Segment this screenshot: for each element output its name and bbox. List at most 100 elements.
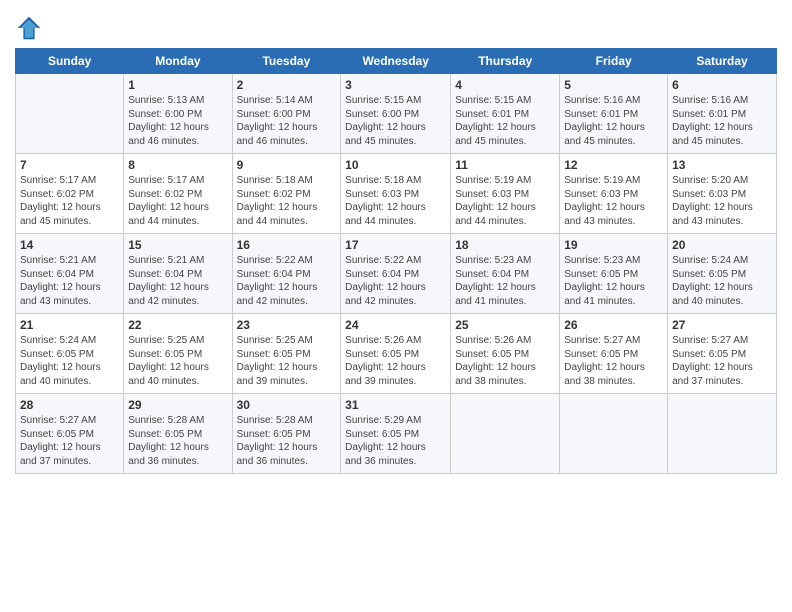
day-number: 20 [672,237,772,253]
calendar-body: 1Sunrise: 5:13 AM Sunset: 6:00 PM Daylig… [16,74,777,474]
day-info: Sunrise: 5:17 AM Sunset: 6:02 PM Dayligh… [20,174,119,228]
day-info: Sunrise: 5:26 AM Sunset: 6:05 PM Dayligh… [345,334,446,388]
calendar-cell: 5Sunrise: 5:16 AM Sunset: 6:01 PM Daylig… [560,74,668,154]
calendar-cell: 29Sunrise: 5:28 AM Sunset: 6:05 PM Dayli… [124,394,232,474]
calendar-cell: 3Sunrise: 5:15 AM Sunset: 6:00 PM Daylig… [341,74,451,154]
day-info: Sunrise: 5:24 AM Sunset: 6:05 PM Dayligh… [20,334,119,388]
day-info: Sunrise: 5:23 AM Sunset: 6:04 PM Dayligh… [455,254,555,308]
day-number: 25 [455,317,555,333]
day-number: 15 [128,237,227,253]
calendar-cell: 7Sunrise: 5:17 AM Sunset: 6:02 PM Daylig… [16,154,124,234]
day-number: 2 [237,77,337,93]
calendar-cell: 14Sunrise: 5:21 AM Sunset: 6:04 PM Dayli… [16,234,124,314]
calendar-header-row: SundayMondayTuesdayWednesdayThursdayFrid… [16,49,777,74]
day-number: 11 [455,157,555,173]
calendar-cell: 11Sunrise: 5:19 AM Sunset: 6:03 PM Dayli… [451,154,560,234]
calendar-cell: 15Sunrise: 5:21 AM Sunset: 6:04 PM Dayli… [124,234,232,314]
day-info: Sunrise: 5:21 AM Sunset: 6:04 PM Dayligh… [20,254,119,308]
day-info: Sunrise: 5:27 AM Sunset: 6:05 PM Dayligh… [20,414,119,468]
calendar-cell: 24Sunrise: 5:26 AM Sunset: 6:05 PM Dayli… [341,314,451,394]
logo-icon [15,14,43,42]
day-info: Sunrise: 5:15 AM Sunset: 6:01 PM Dayligh… [455,94,555,148]
day-number: 6 [672,77,772,93]
day-info: Sunrise: 5:25 AM Sunset: 6:05 PM Dayligh… [237,334,337,388]
day-info: Sunrise: 5:16 AM Sunset: 6:01 PM Dayligh… [672,94,772,148]
day-number: 12 [564,157,663,173]
day-info: Sunrise: 5:16 AM Sunset: 6:01 PM Dayligh… [564,94,663,148]
calendar-cell: 25Sunrise: 5:26 AM Sunset: 6:05 PM Dayli… [451,314,560,394]
day-number: 19 [564,237,663,253]
weekday-header-saturday: Saturday [668,49,777,74]
day-info: Sunrise: 5:18 AM Sunset: 6:02 PM Dayligh… [237,174,337,228]
day-info: Sunrise: 5:29 AM Sunset: 6:05 PM Dayligh… [345,414,446,468]
day-number: 16 [237,237,337,253]
weekday-header-thursday: Thursday [451,49,560,74]
day-number: 9 [237,157,337,173]
day-number: 23 [237,317,337,333]
day-number: 7 [20,157,119,173]
day-number: 27 [672,317,772,333]
day-number: 26 [564,317,663,333]
calendar-cell: 9Sunrise: 5:18 AM Sunset: 6:02 PM Daylig… [232,154,341,234]
day-number: 30 [237,397,337,413]
weekday-header-sunday: Sunday [16,49,124,74]
calendar-week-5: 28Sunrise: 5:27 AM Sunset: 6:05 PM Dayli… [16,394,777,474]
calendar-cell: 30Sunrise: 5:28 AM Sunset: 6:05 PM Dayli… [232,394,341,474]
calendar-cell: 8Sunrise: 5:17 AM Sunset: 6:02 PM Daylig… [124,154,232,234]
day-info: Sunrise: 5:21 AM Sunset: 6:04 PM Dayligh… [128,254,227,308]
day-info: Sunrise: 5:13 AM Sunset: 6:00 PM Dayligh… [128,94,227,148]
day-info: Sunrise: 5:22 AM Sunset: 6:04 PM Dayligh… [345,254,446,308]
day-info: Sunrise: 5:17 AM Sunset: 6:02 PM Dayligh… [128,174,227,228]
header [15,10,777,42]
calendar-cell: 31Sunrise: 5:29 AM Sunset: 6:05 PM Dayli… [341,394,451,474]
calendar-cell: 12Sunrise: 5:19 AM Sunset: 6:03 PM Dayli… [560,154,668,234]
day-info: Sunrise: 5:18 AM Sunset: 6:03 PM Dayligh… [345,174,446,228]
calendar-week-2: 7Sunrise: 5:17 AM Sunset: 6:02 PM Daylig… [16,154,777,234]
calendar-cell: 20Sunrise: 5:24 AM Sunset: 6:05 PM Dayli… [668,234,777,314]
day-number: 18 [455,237,555,253]
day-number: 17 [345,237,446,253]
day-info: Sunrise: 5:25 AM Sunset: 6:05 PM Dayligh… [128,334,227,388]
calendar-cell: 19Sunrise: 5:23 AM Sunset: 6:05 PM Dayli… [560,234,668,314]
calendar-cell [668,394,777,474]
day-number: 21 [20,317,119,333]
day-info: Sunrise: 5:23 AM Sunset: 6:05 PM Dayligh… [564,254,663,308]
calendar-cell: 1Sunrise: 5:13 AM Sunset: 6:00 PM Daylig… [124,74,232,154]
day-number: 28 [20,397,119,413]
day-number: 10 [345,157,446,173]
day-info: Sunrise: 5:27 AM Sunset: 6:05 PM Dayligh… [564,334,663,388]
calendar-cell: 10Sunrise: 5:18 AM Sunset: 6:03 PM Dayli… [341,154,451,234]
calendar-cell: 4Sunrise: 5:15 AM Sunset: 6:01 PM Daylig… [451,74,560,154]
logo [15,14,45,42]
calendar-cell: 13Sunrise: 5:20 AM Sunset: 6:03 PM Dayli… [668,154,777,234]
day-number: 1 [128,77,227,93]
calendar-cell: 26Sunrise: 5:27 AM Sunset: 6:05 PM Dayli… [560,314,668,394]
calendar-week-3: 14Sunrise: 5:21 AM Sunset: 6:04 PM Dayli… [16,234,777,314]
calendar-cell [16,74,124,154]
calendar-cell: 16Sunrise: 5:22 AM Sunset: 6:04 PM Dayli… [232,234,341,314]
day-number: 24 [345,317,446,333]
day-info: Sunrise: 5:19 AM Sunset: 6:03 PM Dayligh… [564,174,663,228]
day-number: 3 [345,77,446,93]
calendar-cell: 28Sunrise: 5:27 AM Sunset: 6:05 PM Dayli… [16,394,124,474]
day-info: Sunrise: 5:24 AM Sunset: 6:05 PM Dayligh… [672,254,772,308]
calendar-week-4: 21Sunrise: 5:24 AM Sunset: 6:05 PM Dayli… [16,314,777,394]
calendar-cell [451,394,560,474]
calendar-cell: 18Sunrise: 5:23 AM Sunset: 6:04 PM Dayli… [451,234,560,314]
day-info: Sunrise: 5:20 AM Sunset: 6:03 PM Dayligh… [672,174,772,228]
day-number: 4 [455,77,555,93]
weekday-header-wednesday: Wednesday [341,49,451,74]
weekday-header-monday: Monday [124,49,232,74]
day-info: Sunrise: 5:19 AM Sunset: 6:03 PM Dayligh… [455,174,555,228]
day-info: Sunrise: 5:14 AM Sunset: 6:00 PM Dayligh… [237,94,337,148]
day-info: Sunrise: 5:22 AM Sunset: 6:04 PM Dayligh… [237,254,337,308]
day-number: 13 [672,157,772,173]
calendar-cell: 23Sunrise: 5:25 AM Sunset: 6:05 PM Dayli… [232,314,341,394]
day-info: Sunrise: 5:26 AM Sunset: 6:05 PM Dayligh… [455,334,555,388]
page-container: SundayMondayTuesdayWednesdayThursdayFrid… [0,0,792,484]
calendar-cell [560,394,668,474]
day-number: 22 [128,317,227,333]
weekday-header-friday: Friday [560,49,668,74]
calendar-cell: 22Sunrise: 5:25 AM Sunset: 6:05 PM Dayli… [124,314,232,394]
calendar-table: SundayMondayTuesdayWednesdayThursdayFrid… [15,48,777,474]
